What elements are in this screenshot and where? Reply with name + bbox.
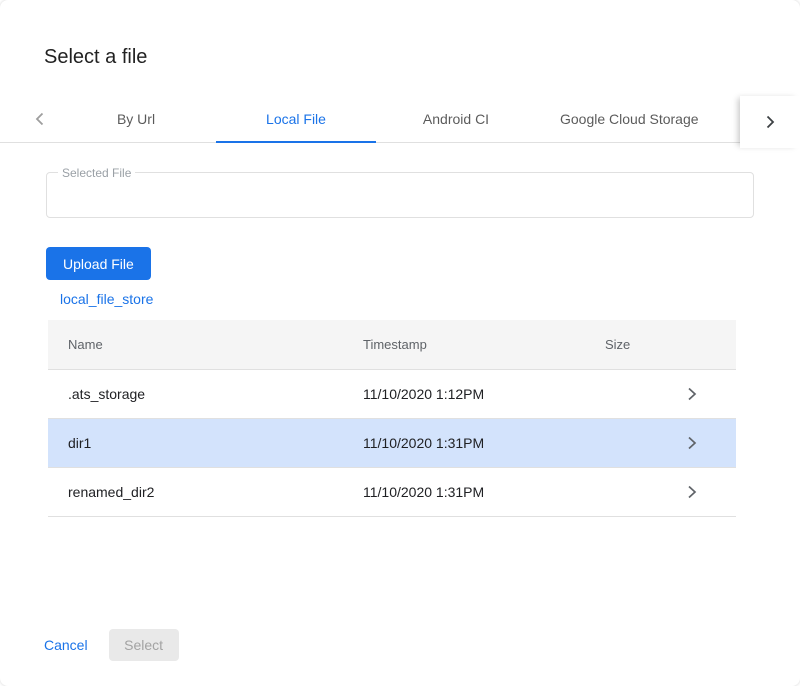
cell-timestamp: 11/10/2020 1:31PM: [363, 484, 605, 500]
chevron-right-icon: [648, 387, 736, 401]
chevron-right-icon: [648, 436, 736, 450]
table-header-row: NameTimestampSize: [48, 320, 736, 370]
selected-file-input[interactable]: [47, 173, 753, 217]
store-path-link[interactable]: local_file_store: [60, 291, 153, 307]
tab-paginate-right-button[interactable]: [740, 96, 800, 148]
chevron-right-icon: [763, 115, 777, 129]
cell-timestamp: 11/10/2020 1:31PM: [363, 435, 605, 451]
tab-by-url[interactable]: By Url: [56, 96, 216, 142]
selected-file-field: Selected File: [46, 172, 754, 218]
selected-file-label: Selected File: [58, 166, 135, 180]
tab-list: By UrlLocal FileAndroid CIGoogle Cloud S…: [56, 96, 723, 142]
tab-android-ci[interactable]: Android CI: [376, 96, 536, 142]
tab-local-file[interactable]: Local File: [216, 96, 376, 142]
dialog-footer: Cancel Select: [44, 629, 179, 661]
upload-file-button[interactable]: Upload File: [46, 247, 151, 280]
cell-name: .ats_storage: [68, 386, 363, 402]
tab-bar: By UrlLocal FileAndroid CIGoogle Cloud S…: [0, 96, 800, 143]
select-file-dialog: Select a file By UrlLocal FileAndroid CI…: [0, 0, 800, 686]
table-body: .ats_storage11/10/2020 1:12PMdir111/10/2…: [48, 370, 736, 517]
table-row[interactable]: renamed_dir211/10/2020 1:31PM: [48, 468, 736, 517]
file-table: NameTimestampSize .ats_storage11/10/2020…: [48, 320, 736, 517]
cell-timestamp: 11/10/2020 1:12PM: [363, 386, 605, 402]
tab-paginate-left-button[interactable]: [24, 96, 56, 142]
chevron-right-icon: [648, 485, 736, 499]
select-button[interactable]: Select: [109, 629, 179, 661]
cell-name: renamed_dir2: [68, 484, 363, 500]
page-title: Select a file: [44, 46, 147, 69]
cancel-button[interactable]: Cancel: [44, 637, 88, 653]
column-header-size: Size: [605, 337, 648, 352]
column-header-name: Name: [68, 337, 363, 352]
column-header-timestamp: Timestamp: [363, 337, 605, 352]
tab-google-cloud-storage[interactable]: Google Cloud Storage: [536, 96, 723, 142]
table-row[interactable]: .ats_storage11/10/2020 1:12PM: [48, 370, 736, 419]
table-row[interactable]: dir111/10/2020 1:31PM: [48, 419, 736, 468]
cell-name: dir1: [68, 435, 363, 451]
chevron-left-icon: [33, 112, 47, 126]
